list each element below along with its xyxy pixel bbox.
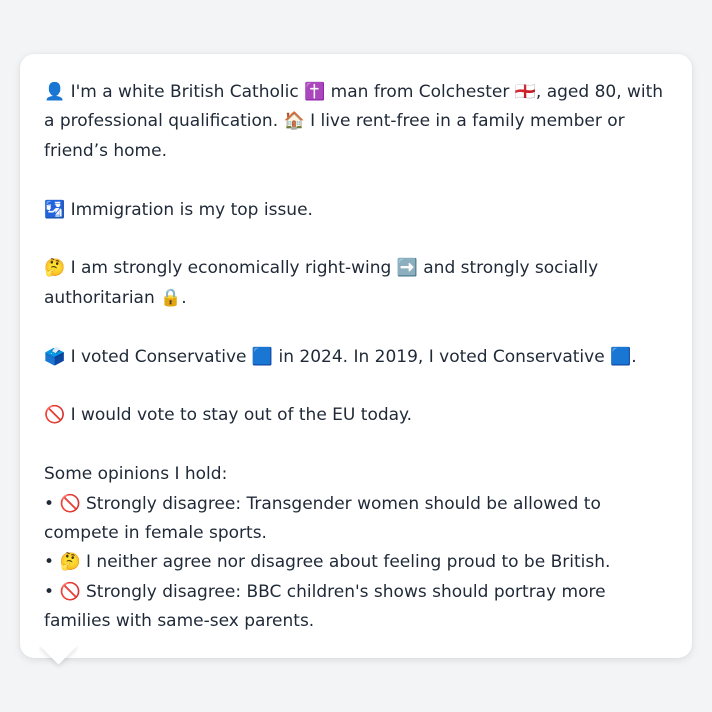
opinions-list: • 🚫 Strongly disagree: Transgender women… — [44, 490, 668, 637]
votes-paragraph: 🗳️ I voted Conservative 🟦 in 2024. In 20… — [44, 346, 637, 367]
opinion-text: 🚫 Strongly disagree: BBC children's show… — [44, 581, 606, 632]
bullet-icon: • — [44, 581, 55, 602]
identity-paragraph: 👤 I'm a white British Catholic ✝️ man fr… — [44, 82, 664, 161]
bubble-tail — [39, 646, 79, 678]
opinion-text: 🚫 Strongly disagree: Transgender women s… — [44, 493, 601, 544]
list-item: • 🚫 Strongly disagree: Transgender women… — [44, 490, 668, 549]
opinions-section: Some opinions I hold: • 🚫 Strongly disag… — [44, 460, 668, 636]
eu-paragraph: 🚫 I would vote to stay out of the EU tod… — [44, 405, 413, 426]
chat-message-bubble: 👤 I'm a white British Catholic ✝️ man fr… — [20, 54, 692, 658]
opinion-text: 🤔 I neither agree nor disagree about fee… — [59, 552, 611, 573]
list-item: • 🤔 I neither agree nor disagree about f… — [44, 548, 668, 577]
bullet-icon: • — [44, 493, 55, 514]
bullet-icon: • — [44, 552, 55, 573]
ideology-paragraph: 🤔 I am strongly economically right-wing … — [44, 258, 599, 308]
opinions-heading: Some opinions I hold: — [44, 464, 228, 485]
top-issue-paragraph: 🛂 Immigration is my top issue. — [44, 199, 313, 220]
list-item: • 🚫 Strongly disagree: BBC children's sh… — [44, 578, 668, 637]
